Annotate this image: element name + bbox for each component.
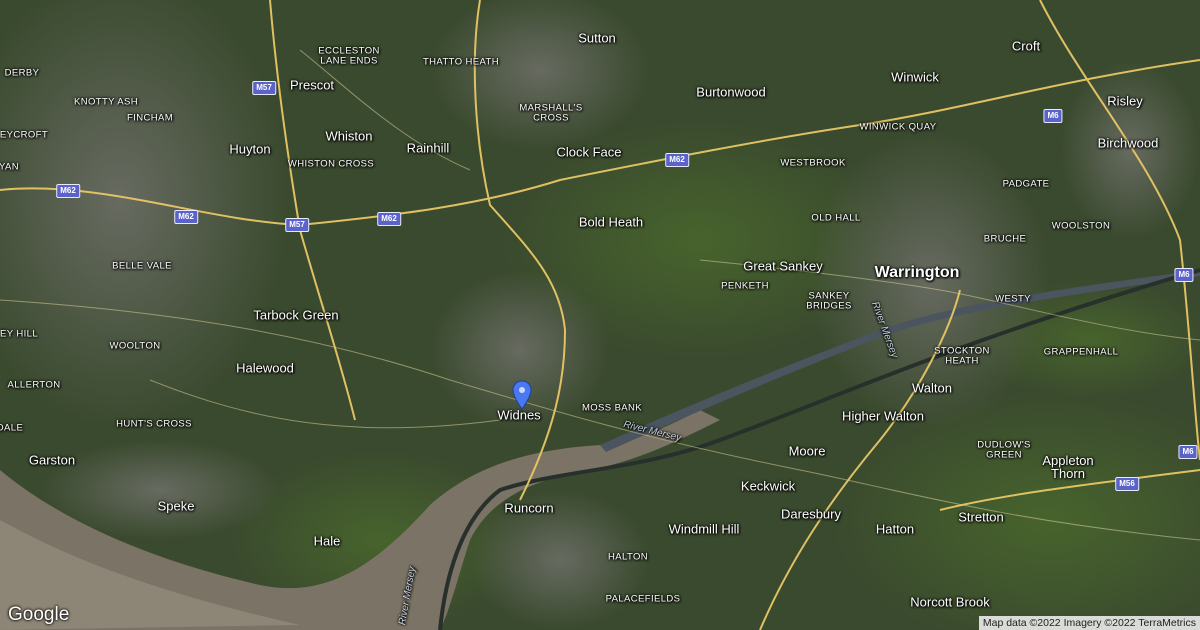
place-label-norcott-brook[interactable]: Norcott Brook <box>910 596 989 609</box>
place-label-moss-bank[interactable]: MOSS BANK <box>582 403 642 413</box>
place-label-woolton[interactable]: WOOLTON <box>109 341 160 351</box>
place-label-huyton[interactable]: Huyton <box>229 143 270 156</box>
place-label-derby[interactable]: DERBY <box>5 68 40 78</box>
place-label-sankey-bridges[interactable]: SANKEY BRIDGES <box>799 291 859 311</box>
place-label-speke[interactable]: Speke <box>158 500 195 513</box>
map-pin-icon[interactable] <box>512 380 532 410</box>
place-label-hatton[interactable]: Hatton <box>876 523 914 536</box>
place-label-clock-face[interactable]: Clock Face <box>556 146 621 159</box>
map-view[interactable]: Sutton Croft ECCLESTON LANE ENDS THATTO … <box>0 0 1200 630</box>
place-label-bruche[interactable]: BRUCHE <box>984 234 1027 244</box>
place-label-whiston[interactable]: Whiston <box>326 130 373 143</box>
place-label-eycroft[interactable]: EYCROFT <box>0 130 48 140</box>
place-label-rainhill[interactable]: Rainhill <box>407 142 450 155</box>
road-shield-m62-west: M62 <box>56 184 80 198</box>
place-label-palacefields[interactable]: PALACEFIELDS <box>606 594 681 604</box>
road-shield-m62-center: M62 <box>377 212 401 226</box>
place-label-fincham[interactable]: FINCHAM <box>127 113 173 123</box>
place-label-winwick-quay[interactable]: WINWICK QUAY <box>860 122 937 132</box>
place-label-croft[interactable]: Croft <box>1012 40 1040 53</box>
place-label-old-hall[interactable]: OLD HALL <box>811 213 860 223</box>
place-label-higher-walton[interactable]: Higher Walton <box>842 410 924 423</box>
place-label-whiston-cross[interactable]: WHISTON CROSS <box>288 159 374 169</box>
place-label-bold-heath[interactable]: Bold Heath <box>579 216 643 229</box>
road-shield-m57-north: M57 <box>252 81 276 95</box>
place-label-winwick[interactable]: Winwick <box>891 71 939 84</box>
place-label-walton[interactable]: Walton <box>912 382 952 395</box>
place-label-stretton[interactable]: Stretton <box>958 511 1004 524</box>
place-label-runcorn[interactable]: Runcorn <box>504 502 553 515</box>
place-label-halewood[interactable]: Halewood <box>236 362 294 375</box>
place-label-keckwick[interactable]: Keckwick <box>741 480 795 493</box>
place-label-hale[interactable]: Hale <box>314 535 341 548</box>
place-label-grappenhall[interactable]: GRAPPENHALL <box>1044 347 1119 357</box>
place-label-tarbock-green[interactable]: Tarbock Green <box>253 309 338 322</box>
place-label-burtonwood[interactable]: Burtonwood <box>696 86 765 99</box>
place-label-knotty-ash[interactable]: KNOTTY ASH <box>74 97 138 107</box>
place-label-risley[interactable]: Risley <box>1107 95 1142 108</box>
place-label-woolston[interactable]: WOOLSTON <box>1052 221 1110 231</box>
place-label-garston[interactable]: Garston <box>29 454 75 467</box>
place-label-sutton[interactable]: Sutton <box>578 32 616 45</box>
place-label-great-sankey[interactable]: Great Sankey <box>743 260 823 273</box>
marker-label[interactable]: Widnes <box>497 409 540 422</box>
place-label-dale[interactable]: DALE <box>0 423 23 433</box>
place-label-penketh[interactable]: PENKETH <box>721 281 769 291</box>
place-label-marshalls-cross[interactable]: MARSHALL'S CROSS <box>516 103 586 123</box>
place-label-hunts-cross[interactable]: HUNT'S CROSS <box>116 419 192 429</box>
place-label-prescot[interactable]: Prescot <box>290 79 334 92</box>
place-label-moore[interactable]: Moore <box>789 445 826 458</box>
place-label-eccleston-lane-ends[interactable]: ECCLESTON LANE ENDS <box>309 46 389 66</box>
place-label-belle-vale[interactable]: BELLE VALE <box>112 261 172 271</box>
place-label-windmill-hill[interactable]: Windmill Hill <box>669 523 740 536</box>
road-shield-m62-east: M62 <box>665 153 689 167</box>
place-label-thatto-heath[interactable]: THATTO HEATH <box>423 57 499 67</box>
road-shield-m62-mid: M62 <box>174 210 198 224</box>
map-attribution[interactable]: Map data ©2022 Imagery ©2022 TerraMetric… <box>978 616 1200 630</box>
place-label-westbrook[interactable]: WESTBROOK <box>780 158 845 168</box>
place-label-westy[interactable]: WESTY <box>995 294 1031 304</box>
place-label-allerton[interactable]: ALLERTON <box>7 380 60 390</box>
road-shield-m56: M56 <box>1115 477 1139 491</box>
road-shield-m6-north: M6 <box>1043 109 1063 123</box>
place-label-ey-hill[interactable]: EY HILL <box>0 329 38 339</box>
place-label-warrington[interactable]: Warrington <box>875 265 960 281</box>
google-logo: Google <box>8 604 70 625</box>
place-label-birchwood[interactable]: Birchwood <box>1098 137 1159 150</box>
satellite-terrain <box>0 0 1200 630</box>
place-label-stockton-heath[interactable]: STOCKTON HEATH <box>927 346 997 366</box>
place-label-yan[interactable]: YAN <box>0 162 19 172</box>
road-shield-m6-mid: M6 <box>1174 268 1194 282</box>
place-label-appleton-thorn[interactable]: Appleton Thorn <box>1028 454 1108 480</box>
road-shield-m6-south: M6 <box>1178 445 1198 459</box>
place-label-halton[interactable]: HALTON <box>608 552 648 562</box>
road-shield-m57-south: M57 <box>285 218 309 232</box>
place-label-padgate[interactable]: PADGATE <box>1003 179 1050 189</box>
place-label-daresbury[interactable]: Daresbury <box>781 508 841 521</box>
